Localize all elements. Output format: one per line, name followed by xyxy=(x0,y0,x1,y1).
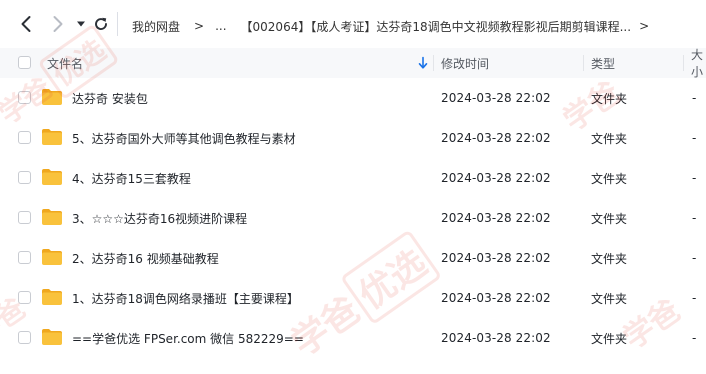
table-row[interactable]: 3、☆☆☆达芬奇16视频进阶课程 2024-03-28 22:02 文件夹 - xyxy=(0,198,706,238)
column-header-type[interactable]: 类型 xyxy=(591,48,615,78)
breadcrumb-item-current-folder[interactable]: 【002064】【成人考证】达芬奇18调色中文视频教程影视后期剪辑课程... xyxy=(241,18,632,35)
table-row[interactable]: 达芬奇 安装包 2024-03-28 22:02 文件夹 - xyxy=(0,78,706,118)
file-type: 文件夹 xyxy=(591,91,628,106)
column-divider[interactable] xyxy=(683,55,684,71)
file-type: 文件夹 xyxy=(591,131,628,146)
column-header-modified[interactable]: 修改时间 xyxy=(441,48,489,78)
file-size: - xyxy=(692,211,697,225)
forward-button[interactable] xyxy=(48,14,68,34)
row-checkbox[interactable] xyxy=(18,251,31,264)
row-checkbox[interactable] xyxy=(18,211,31,224)
file-size: - xyxy=(692,291,697,305)
file-size: - xyxy=(692,171,697,185)
file-name[interactable]: 2、达芬奇16 视频基础教程 xyxy=(72,238,219,278)
file-name[interactable]: 4、达芬奇15三套教程 xyxy=(72,158,191,198)
modified-time: 2024-03-28 22:02 xyxy=(441,171,551,185)
column-header-name[interactable]: 文件名 xyxy=(47,48,83,78)
folder-icon xyxy=(42,209,62,225)
navigation-bar: 我的网盘 > ... 【002064】【成人考证】达芬奇18调色中文视频教程影视… xyxy=(0,0,706,48)
column-divider[interactable] xyxy=(583,55,584,71)
column-divider[interactable] xyxy=(433,55,434,71)
file-size: - xyxy=(692,331,697,345)
modified-time: 2024-03-28 22:02 xyxy=(441,211,551,225)
table-row[interactable]: 4、达芬奇15三套教程 2024-03-28 22:02 文件夹 - xyxy=(0,158,706,198)
file-type: 文件夹 xyxy=(591,171,628,186)
file-name[interactable]: ==学爸优选 FPSer.com 微信 582229== xyxy=(72,318,304,358)
table-row[interactable]: ==学爸优选 FPSer.com 微信 582229== 2024-03-28 … xyxy=(0,318,706,358)
modified-time: 2024-03-28 22:02 xyxy=(441,331,551,345)
folder-icon xyxy=(42,329,62,345)
row-checkbox[interactable] xyxy=(18,291,31,304)
folder-icon xyxy=(42,89,62,105)
file-type: 文件夹 xyxy=(591,291,628,306)
file-name[interactable]: 1、达芬奇18调色网络录播班【主要课程】 xyxy=(72,278,299,318)
modified-time: 2024-03-28 22:02 xyxy=(441,251,551,265)
breadcrumb-separator: > xyxy=(194,19,205,33)
breadcrumb: 我的网盘 > ... 【002064】【成人考证】达芬奇18调色中文视频教程影视… xyxy=(132,17,660,35)
chevron-right-icon xyxy=(53,16,63,32)
breadcrumb-item-ellipsis[interactable]: ... xyxy=(215,19,226,33)
file-name[interactable]: 3、☆☆☆达芬奇16视频进阶课程 xyxy=(72,198,247,238)
refresh-icon xyxy=(95,17,107,30)
file-name[interactable]: 达芬奇 安装包 xyxy=(72,78,148,118)
modified-time: 2024-03-28 22:02 xyxy=(441,91,551,105)
file-size: - xyxy=(692,251,697,265)
select-all-checkbox[interactable] xyxy=(18,56,31,69)
refresh-button[interactable] xyxy=(91,14,111,34)
file-size: - xyxy=(692,131,697,145)
folder-icon xyxy=(42,129,62,145)
file-size: - xyxy=(692,91,697,105)
table-row[interactable]: 5、达芬奇国外大师等其他调色教程与素材 2024-03-28 22:02 文件夹… xyxy=(0,118,706,158)
file-manager-window: 我的网盘 > ... 【002064】【成人考证】达芬奇18调色中文视频教程影视… xyxy=(0,0,706,374)
table-header: 文件名 修改时间 类型 大小 xyxy=(0,48,706,79)
breadcrumb-separator: > xyxy=(639,19,650,33)
row-checkbox[interactable] xyxy=(18,131,31,144)
back-button[interactable] xyxy=(16,14,36,34)
file-type: 文件夹 xyxy=(591,331,628,346)
nav-divider xyxy=(117,12,118,36)
file-type: 文件夹 xyxy=(591,211,628,226)
chevron-left-icon xyxy=(21,16,31,32)
sort-descending-icon[interactable] xyxy=(417,56,429,70)
table-row[interactable]: 1、达芬奇18调色网络录播班【主要课程】 2024-03-28 22:02 文件… xyxy=(0,278,706,318)
column-header-size[interactable]: 大小 xyxy=(691,48,706,79)
row-checkbox[interactable] xyxy=(18,331,31,344)
table-row[interactable]: 2、达芬奇16 视频基础教程 2024-03-28 22:02 文件夹 - xyxy=(0,238,706,278)
modified-time: 2024-03-28 22:02 xyxy=(441,291,551,305)
file-name[interactable]: 5、达芬奇国外大师等其他调色教程与素材 xyxy=(72,118,296,158)
folder-icon xyxy=(42,289,62,305)
modified-time: 2024-03-28 22:02 xyxy=(441,131,551,145)
row-checkbox[interactable] xyxy=(18,91,31,104)
file-type: 文件夹 xyxy=(591,251,628,266)
history-dropdown-button[interactable] xyxy=(71,14,91,34)
folder-icon xyxy=(42,169,62,185)
row-checkbox[interactable] xyxy=(18,171,31,184)
folder-icon xyxy=(42,249,62,265)
breadcrumb-item-my-drive[interactable]: 我的网盘 xyxy=(132,18,180,35)
caret-down-icon xyxy=(77,21,85,27)
